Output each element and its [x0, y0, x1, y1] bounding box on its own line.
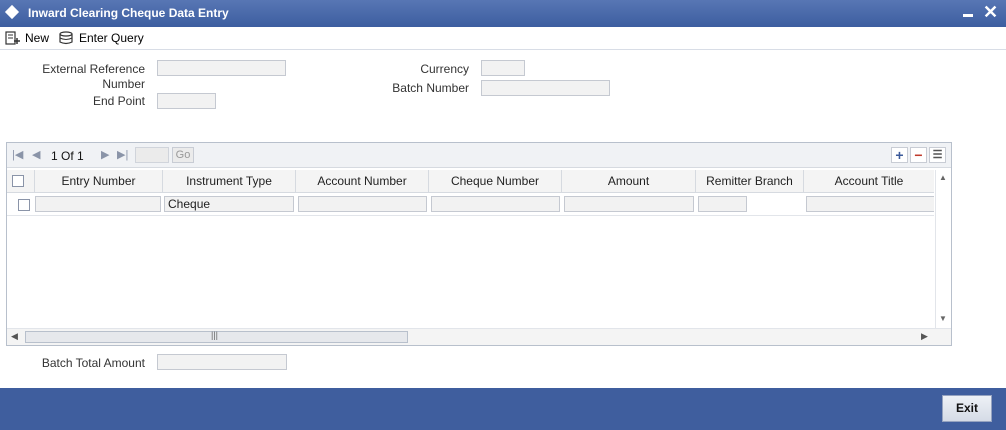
col-entry-number[interactable]: Entry Number — [35, 170, 163, 192]
instrument-type-input[interactable]: Cheque — [164, 196, 294, 212]
row-select-checkbox[interactable] — [18, 199, 30, 211]
last-page-icon[interactable]: ▶| — [117, 148, 128, 161]
first-page-icon[interactable]: |◀ — [12, 148, 23, 161]
window: Inward Clearing Cheque Data Entry ✕ New … — [0, 0, 1006, 430]
grid-pager: |◀ ◀ 1 Of 1 ▶ ▶| Go + − ☰ — [7, 143, 951, 168]
external-reference-field[interactable] — [157, 60, 286, 76]
app-diamond-icon — [4, 4, 20, 20]
vertical-scrollbar[interactable]: ▲ ▼ — [935, 170, 951, 328]
col-account-title[interactable]: Account Title — [804, 170, 934, 192]
external-reference-label-line1: External Reference — [42, 62, 145, 76]
batch-number-label: Batch Number — [392, 81, 469, 95]
entry-number-input[interactable] — [35, 196, 161, 212]
col-account-number[interactable]: Account Number — [296, 170, 429, 192]
cheque-grid: |◀ ◀ 1 Of 1 ▶ ▶| Go + − ☰ Entry Number I… — [6, 142, 952, 346]
main-form: External Reference Number End Point Curr… — [0, 50, 1006, 387]
enter-query-button[interactable]: Enter Query — [59, 28, 144, 48]
col-amount[interactable]: Amount — [562, 170, 696, 192]
col-remitter-branch[interactable]: Remitter Branch — [696, 170, 804, 192]
go-button[interactable]: Go — [172, 147, 194, 163]
scroll-left-icon[interactable]: ◀ — [11, 331, 18, 342]
minimize-icon[interactable] — [963, 14, 973, 17]
select-all-header — [7, 170, 35, 192]
query-icon — [59, 31, 73, 45]
amount-input[interactable] — [564, 196, 694, 212]
next-page-icon[interactable]: ▶ — [101, 148, 109, 161]
remitter-branch-input[interactable] — [698, 196, 747, 212]
end-point-label: End Point — [92, 94, 145, 108]
previous-page-icon[interactable]: ◀ — [32, 148, 40, 161]
window-title: Inward Clearing Cheque Data Entry — [28, 6, 229, 20]
horizontal-scrollbar[interactable]: ◀ ||| ▶ — [7, 328, 951, 345]
batch-total-amount-label: Batch Total Amount — [41, 356, 145, 370]
page-number-input[interactable] — [135, 147, 169, 163]
cheque-number-input[interactable] — [431, 196, 560, 212]
end-point-field[interactable] — [157, 93, 216, 109]
col-instrument-type[interactable]: Instrument Type — [163, 170, 296, 192]
delete-row-icon[interactable]: − — [910, 147, 927, 163]
enter-query-button-label: Enter Query — [79, 31, 144, 45]
scroll-right-icon[interactable]: ▶ — [921, 331, 928, 342]
account-number-input[interactable] — [298, 196, 427, 212]
title-bar: Inward Clearing Cheque Data Entry ✕ — [0, 0, 1006, 27]
table-row: Cheque — [7, 193, 934, 216]
add-row-icon[interactable]: + — [891, 147, 908, 163]
new-button-label: New — [25, 31, 50, 45]
exit-button[interactable]: Exit — [942, 395, 992, 422]
horizontal-scroll-thumb[interactable]: ||| — [25, 330, 408, 343]
grip-icon: ||| — [211, 330, 219, 340]
grid-header-row: Entry Number Instrument Type Account Num… — [7, 170, 934, 193]
external-reference-label: External Reference Number — [20, 62, 145, 92]
currency-field[interactable] — [481, 60, 525, 76]
toolbar: New Enter Query — [0, 27, 1006, 50]
batch-total-amount-field[interactable] — [157, 354, 287, 370]
new-button[interactable]: New — [5, 28, 49, 48]
page-indicator: 1 Of 1 — [51, 149, 84, 163]
col-cheque-number[interactable]: Cheque Number — [429, 170, 562, 192]
new-document-icon — [5, 31, 20, 45]
currency-label: Currency — [420, 62, 469, 76]
account-title-input[interactable] — [806, 196, 934, 212]
external-reference-label-line2: Number — [102, 77, 145, 91]
select-all-checkbox[interactable] — [12, 175, 24, 187]
scroll-up-icon[interactable]: ▲ — [939, 173, 947, 182]
batch-number-field[interactable] — [481, 80, 610, 96]
close-icon[interactable]: ✕ — [983, 2, 998, 22]
single-view-icon[interactable]: ☰ — [929, 147, 946, 163]
scroll-down-icon[interactable]: ▼ — [939, 314, 947, 323]
footer-bar: Exit — [0, 388, 1006, 430]
